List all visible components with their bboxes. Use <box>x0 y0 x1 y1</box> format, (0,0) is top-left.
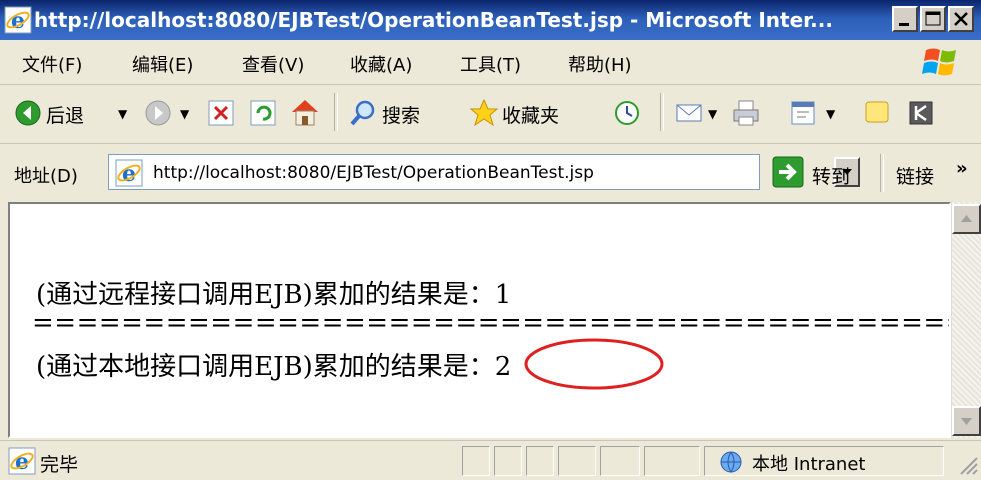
discuss-icon[interactable] <box>862 98 892 128</box>
down-arrow-icon <box>961 418 972 425</box>
local-result-text: (通过本地接口调用EJB)累加的结果是：2 <box>36 352 512 382</box>
forward-dropdown-icon[interactable]: ▼ <box>180 107 189 121</box>
title-bar[interactable]: e http://localhost:8080/EJBTest/Operatio… <box>0 0 981 40</box>
messenger-icon[interactable] <box>906 98 936 128</box>
edit-dropdown-icon[interactable]: ▼ <box>826 107 835 121</box>
menu-bar: 文件(F) 编辑(E) 查看(V) 收藏(A) 工具(T) 帮助(H) <box>0 40 981 85</box>
browser-window: e http://localhost:8080/EJBTest/Operatio… <box>0 0 981 480</box>
status-text: 完毕 <box>40 454 79 476</box>
highlight-ellipse <box>524 338 664 390</box>
toolbar-separator <box>334 93 338 131</box>
address-input[interactable]: e http://localhost:8080/EJBTest/Operatio… <box>108 154 860 190</box>
home-icon[interactable] <box>288 96 322 128</box>
print-icon[interactable] <box>730 97 762 129</box>
favorites-button[interactable]: 收藏夹 <box>502 101 559 128</box>
mail-dropdown-icon[interactable]: ▼ <box>708 107 717 121</box>
edit-icon[interactable] <box>788 97 820 129</box>
separator-line: ========================================… <box>32 308 951 338</box>
status-pane <box>644 446 700 476</box>
address-bar: 地址(D) e http://localhost:8080/EJBTest/Op… <box>0 144 981 202</box>
history-icon[interactable] <box>612 98 642 128</box>
toolbar-separator <box>660 93 664 131</box>
page-ie-icon: e <box>115 159 143 187</box>
status-pane <box>494 446 522 476</box>
links-button[interactable]: 链接 <box>896 162 934 189</box>
status-bar: e 完毕 本地 Intranet <box>0 440 981 480</box>
address-label: 地址(D) <box>14 166 78 187</box>
address-url: http://localhost:8080/EJBTest/OperationB… <box>153 163 594 183</box>
standard-toolbar: 后退 ▼ ▼ 搜索 收藏夹 ▼ ▼ <box>0 85 981 144</box>
scroll-up-button[interactable] <box>952 204 981 234</box>
status-pane <box>462 446 490 476</box>
menu-tools[interactable]: 工具(T) <box>460 51 521 77</box>
menu-help[interactable]: 帮助(H) <box>568 51 632 77</box>
security-zone-label: 本地 Intranet <box>752 454 866 475</box>
intranet-zone-icon <box>720 451 742 473</box>
search-icon[interactable] <box>348 98 378 128</box>
vertical-scrollbar[interactable] <box>951 202 981 438</box>
minimize-button[interactable] <box>892 6 918 32</box>
mail-icon[interactable] <box>674 98 706 128</box>
status-pane <box>600 446 640 476</box>
maximize-button[interactable] <box>920 6 946 32</box>
back-dropdown-icon[interactable]: ▼ <box>118 107 127 121</box>
status-pane <box>558 446 596 476</box>
page-content: (通过远程接口调用EJB)累加的结果是：1 ==================… <box>8 202 951 438</box>
remote-result-text: (通过远程接口调用EJB)累加的结果是：1 <box>36 280 512 310</box>
favorites-star-icon[interactable] <box>468 97 500 129</box>
go-arrow-icon <box>772 156 804 188</box>
forward-arrow-icon[interactable] <box>144 99 172 127</box>
minimize-icon <box>899 23 909 26</box>
scroll-down-button[interactable] <box>952 406 981 436</box>
back-button[interactable]: 后退 <box>46 101 84 128</box>
window-title: http://localhost:8080/EJBTest/OperationB… <box>34 8 833 32</box>
status-pane <box>526 446 554 476</box>
maximize-icon <box>925 11 941 26</box>
address-separator <box>880 154 884 192</box>
menu-favorites[interactable]: 收藏(A) <box>350 51 412 77</box>
up-arrow-icon <box>961 215 972 222</box>
go-label: 转到 <box>812 166 851 188</box>
menu-view[interactable]: 查看(V) <box>242 51 304 77</box>
back-arrow-icon[interactable] <box>14 99 42 127</box>
refresh-icon[interactable] <box>248 98 278 128</box>
search-button[interactable]: 搜索 <box>382 101 420 128</box>
chevron-right-icon[interactable]: » <box>956 158 968 179</box>
ie-logo-icon: e <box>4 6 32 34</box>
page-done-icon: e <box>8 447 36 475</box>
stop-icon[interactable] <box>206 98 236 128</box>
go-button[interactable]: 转到 <box>770 154 868 190</box>
close-button[interactable] <box>948 6 974 32</box>
menu-file[interactable]: 文件(F) <box>22 51 82 77</box>
windows-logo-icon <box>922 48 956 76</box>
close-icon <box>954 12 968 26</box>
resize-grip-icon[interactable] <box>955 452 979 476</box>
menu-edit[interactable]: 编辑(E) <box>132 51 193 77</box>
